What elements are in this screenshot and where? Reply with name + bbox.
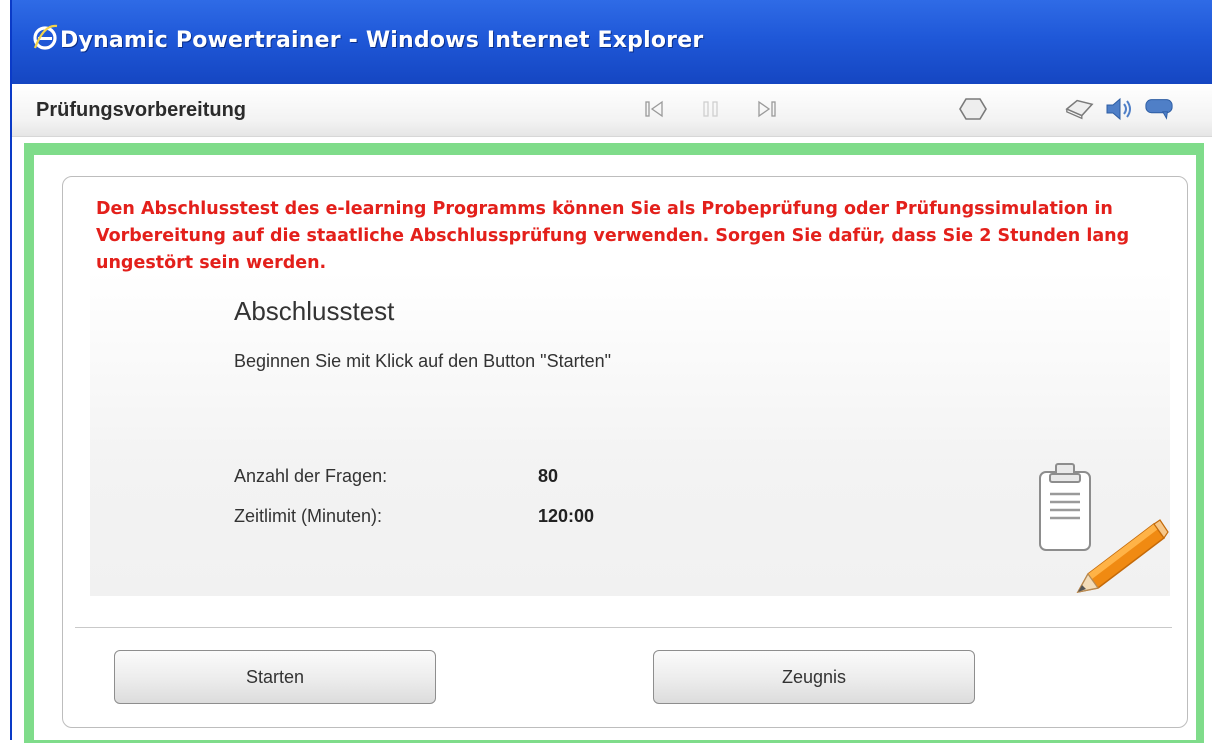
window-titlebar[interactable]: Dynamic Powertrainer - Windows Internet … xyxy=(12,0,1212,84)
comment-icon[interactable] xyxy=(1144,94,1174,124)
intro-text: Den Abschlusstest des e-learning Program… xyxy=(96,199,1130,273)
clipboard-icon xyxy=(1039,463,1091,551)
time-limit-label: Zeitlimit (Minuten): xyxy=(234,506,383,526)
pencil-icon xyxy=(1076,519,1169,594)
certificate-button[interactable]: Zeugnis xyxy=(653,650,975,704)
questions-label: Anzahl der Fragen: xyxy=(234,466,388,486)
glossary-icon[interactable] xyxy=(958,94,988,124)
start-button[interactable]: Starten xyxy=(114,650,436,704)
skip-forward-icon[interactable] xyxy=(752,94,782,124)
course-title: Prüfungsvorbereitung xyxy=(36,99,247,121)
test-heading: Abschlusstest xyxy=(234,296,395,326)
pause-icon[interactable] xyxy=(696,94,726,124)
time-limit-value: 120:00 xyxy=(538,506,595,526)
dictionary-icon[interactable] xyxy=(1064,94,1094,124)
skip-back-icon[interactable] xyxy=(640,94,670,124)
window-title: Dynamic Powertrainer - Windows Internet … xyxy=(60,28,704,53)
speaker-icon[interactable] xyxy=(1104,94,1134,124)
questions-value: 80 xyxy=(538,466,559,486)
button-separator xyxy=(75,627,1172,628)
course-toolbar: Prüfungsvorbereitung xyxy=(12,84,1212,137)
test-instruction: Beginnen Sie mit Klick auf den Button "S… xyxy=(234,351,611,371)
ie-logo-icon xyxy=(33,24,58,50)
test-illustration xyxy=(1039,463,1169,594)
